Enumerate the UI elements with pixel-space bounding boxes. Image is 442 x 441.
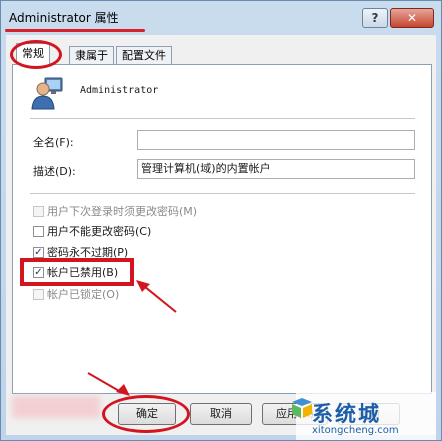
user-icon bbox=[30, 76, 64, 110]
must-change-password-checkbox[interactable]: 用户下次登录时须更改密码(M) bbox=[33, 204, 197, 218]
description-field[interactable]: 管理计算机(域)的内置帐户 bbox=[137, 159, 415, 179]
help-button[interactable]: ? bbox=[362, 8, 388, 28]
checkbox-box[interactable] bbox=[33, 225, 44, 237]
password-never-expires-checkbox[interactable]: ✓ 密码永不过期(P) bbox=[33, 245, 128, 259]
close-icon: ✕ bbox=[406, 11, 418, 25]
tab-member-of[interactable]: 隶属于 bbox=[69, 46, 114, 64]
watermark-logo-icon bbox=[290, 396, 314, 420]
fullname-field[interactable] bbox=[137, 130, 415, 150]
tab-profile[interactable]: 配置文件 bbox=[116, 46, 172, 64]
cancel-button[interactable]: 取消 bbox=[190, 403, 252, 425]
title-annotation-underline bbox=[5, 29, 145, 32]
fullname-label: 全名(F): bbox=[33, 136, 74, 149]
watermark-url: xitongcheng.com bbox=[312, 425, 399, 436]
ok-button-annotation-circle bbox=[102, 395, 190, 433]
checkbox-label: 用户下次登录时须更改密码(M) bbox=[47, 205, 198, 218]
arrow-head-icon bbox=[116, 384, 130, 396]
checkbox-box[interactable] bbox=[33, 205, 44, 217]
general-tab-annotation-circle bbox=[10, 40, 62, 69]
checkbox-box[interactable] bbox=[33, 288, 44, 300]
checkmark-icon[interactable]: ✓ bbox=[33, 246, 44, 258]
account-disabled-annotation-box bbox=[20, 258, 134, 286]
user-name: Administrator bbox=[80, 85, 159, 96]
description-label: 描述(D): bbox=[33, 165, 76, 178]
separator bbox=[30, 118, 415, 119]
checkbox-label: 帐户已锁定(O) bbox=[47, 288, 120, 301]
account-locked-checkbox[interactable]: 帐户已锁定(O) bbox=[33, 287, 119, 301]
arrow-head-icon bbox=[136, 280, 150, 292]
cannot-change-password-checkbox[interactable]: 用户不能更改密码(C) bbox=[33, 224, 151, 238]
window-title: Administrator 属性 bbox=[9, 11, 119, 25]
close-button[interactable]: ✕ bbox=[390, 8, 434, 28]
checkbox-label: 用户不能更改密码(C) bbox=[47, 225, 152, 238]
redacted-area bbox=[12, 396, 100, 418]
separator bbox=[30, 193, 415, 194]
watermark-text: 系统城 bbox=[312, 402, 381, 426]
